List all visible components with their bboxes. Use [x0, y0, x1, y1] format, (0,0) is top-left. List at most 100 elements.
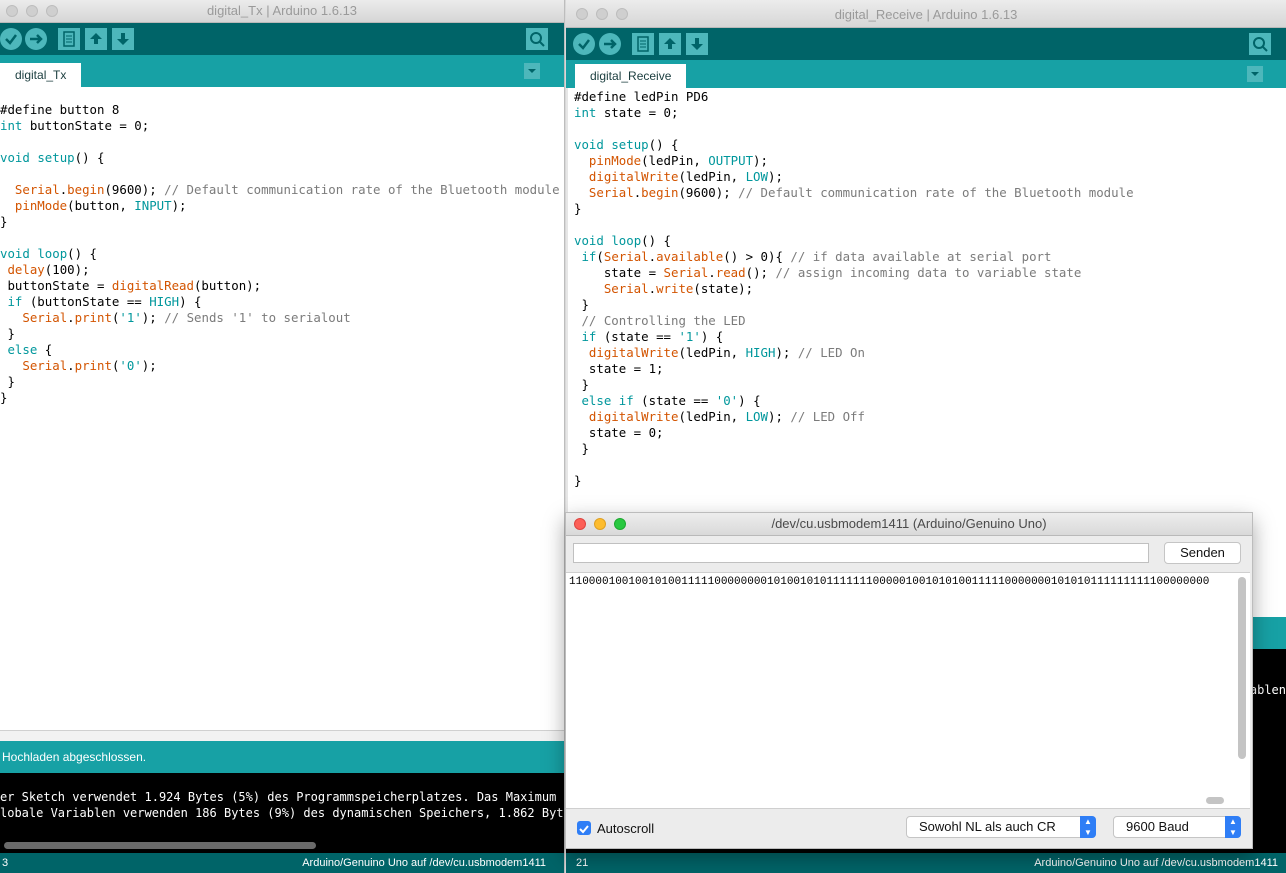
serial-monitor-button[interactable]	[526, 28, 548, 50]
line-ending-value: Sowohl NL als auch CR	[919, 819, 1056, 834]
code-line: else {	[7, 342, 53, 357]
magnifier-icon	[530, 32, 545, 47]
upload-button[interactable]	[25, 28, 47, 50]
up-arrow-icon	[664, 38, 676, 49]
code-line: }	[0, 214, 8, 229]
code-line: void setup() {	[0, 150, 105, 165]
open-button[interactable]	[85, 28, 107, 50]
new-file-icon	[63, 31, 75, 47]
code-line: }	[0, 390, 8, 405]
code-line: if (buttonState == HIGH) {	[7, 294, 202, 309]
editor-scroll-edge	[566, 88, 568, 518]
console-line: lobale Variablen verwenden 186 Bytes (9%…	[0, 806, 564, 820]
serial-monitor-window: /dev/cu.usbmodem1411 (Arduino/Genuino Un…	[565, 512, 1253, 849]
window-title: digital_Receive | Arduino 1.6.13	[834, 7, 1018, 22]
tab-bar: digital_Receive	[566, 60, 1286, 88]
updown-chevron-icon: ▲ ▼	[1225, 816, 1241, 838]
save-button[interactable]	[112, 28, 134, 50]
code-line: buttonState = digitalRead(button);	[0, 278, 262, 293]
code-line: pinMode(ledPin, OUTPUT);	[588, 153, 768, 168]
baud-rate-select[interactable]: 9600 Baud ▲ ▼	[1113, 816, 1241, 838]
code-line: int state = 0;	[574, 105, 679, 120]
code-line: }	[574, 377, 589, 392]
updown-chevron-icon: ▲ ▼	[1080, 816, 1096, 838]
right-titlebar: digital_Receive | Arduino 1.6.13	[566, 0, 1286, 28]
board-port-label: Arduino/Genuino Uno auf /dev/cu.usbmodem…	[1034, 857, 1278, 869]
board-port-label: Arduino/Genuino Uno auf /dev/cu.usbmodem…	[302, 857, 546, 869]
chevron-down-icon	[1251, 72, 1259, 76]
code-line: #define button 8	[0, 102, 120, 117]
code-line: void loop() {	[574, 233, 671, 248]
left-ide-window: digital_Tx | Arduino 1.6.13 digital_Tx #…	[0, 0, 565, 873]
console-line: er Sketch verwendet 1.924 Bytes (5%) des…	[0, 790, 564, 804]
code-line: }	[574, 473, 582, 488]
code-line: }	[0, 374, 15, 389]
line-number: 21	[576, 857, 589, 869]
up-arrow-icon	[90, 33, 102, 44]
code-line: digitalWrite(ledPin, LOW);	[588, 169, 783, 184]
toolbar	[0, 23, 564, 55]
code-line: }	[574, 201, 582, 216]
code-line: }	[574, 297, 589, 312]
code-line: // Controlling the LED	[581, 313, 746, 328]
serial-monitor-button[interactable]	[1249, 33, 1271, 55]
send-button[interactable]: Senden	[1164, 542, 1241, 564]
console-scrollbar[interactable]	[0, 837, 564, 853]
autoscroll-checkbox[interactable]	[577, 821, 591, 835]
code-editor[interactable]: #define ledPin PD6 int state = 0; void set…	[574, 89, 1134, 489]
serial-monitor-titlebar: /dev/cu.usbmodem1411 (Arduino/Genuino Un…	[566, 513, 1252, 536]
new-button[interactable]	[58, 28, 80, 50]
code-line: #define ledPin PD6	[574, 89, 709, 104]
verify-button[interactable]	[0, 28, 22, 50]
horizontal-scrollbar[interactable]	[1206, 797, 1224, 804]
code-line: Serial.print('0');	[22, 358, 157, 373]
code-line: else if (state == '0') {	[581, 393, 761, 408]
code-line: pinMode(button, INPUT);	[14, 198, 187, 213]
code-line: void setup() {	[574, 137, 679, 152]
code-line: }	[0, 326, 15, 341]
tab-digital-tx[interactable]: digital_Tx	[0, 63, 82, 87]
save-button[interactable]	[686, 33, 708, 55]
tab-menu-button[interactable]	[524, 63, 540, 79]
code-line: Serial.begin(9600); // Default communica…	[588, 185, 1134, 200]
code-line: state = Serial.read(); // assign incomin…	[574, 265, 1082, 280]
down-arrow-icon	[117, 33, 129, 45]
code-line: if (state == '1') {	[581, 329, 724, 344]
magnifier-icon	[1253, 37, 1268, 52]
code-line: Serial.begin(9600); // Default communica…	[14, 182, 560, 197]
editor-divider	[0, 730, 564, 741]
toolbar	[566, 28, 1286, 60]
code-editor[interactable]: #define button 8 int buttonState = 0; void…	[0, 102, 560, 406]
autoscroll-label: Autoscroll	[597, 821, 655, 836]
code-line: Serial.write(state);	[603, 281, 754, 296]
tab-menu-button[interactable]	[1247, 66, 1263, 82]
upload-button[interactable]	[599, 33, 621, 55]
chevron-down-icon	[528, 69, 536, 73]
tab-bar: digital_Tx	[0, 55, 564, 87]
open-button[interactable]	[659, 33, 681, 55]
code-line: int buttonState = 0;	[0, 118, 150, 133]
code-line: if(Serial.available() > 0){ // if data a…	[581, 249, 1052, 264]
right-arrow-icon	[30, 34, 43, 44]
serial-output-text: 1100001001001010011111000000001010010101…	[569, 576, 1210, 588]
serial-output-area: 1100001001001010011111000000001010010101…	[566, 572, 1250, 809]
console-output: er Sketch verwendet 1.924 Bytes (5%) des…	[0, 773, 564, 837]
window-title: digital_Tx | Arduino 1.6.13	[206, 3, 358, 18]
new-button[interactable]	[632, 33, 654, 55]
vertical-scrollbar[interactable]	[1238, 577, 1246, 759]
serial-monitor-title: /dev/cu.usbmodem1411 (Arduino/Genuino Un…	[771, 516, 1047, 531]
code-line: }	[574, 441, 589, 456]
code-line: void loop() {	[0, 246, 97, 261]
tab-digital-receive[interactable]: digital_Receive	[575, 64, 687, 88]
line-ending-select[interactable]: Sowohl NL als auch CR ▲ ▼	[906, 816, 1096, 838]
code-line: state = 1;	[574, 361, 664, 376]
console-fragment: ablen	[1249, 683, 1286, 697]
verify-button[interactable]	[573, 33, 595, 55]
down-arrow-icon	[691, 38, 703, 50]
send-input[interactable]	[573, 543, 1149, 563]
right-arrow-icon	[604, 39, 617, 49]
